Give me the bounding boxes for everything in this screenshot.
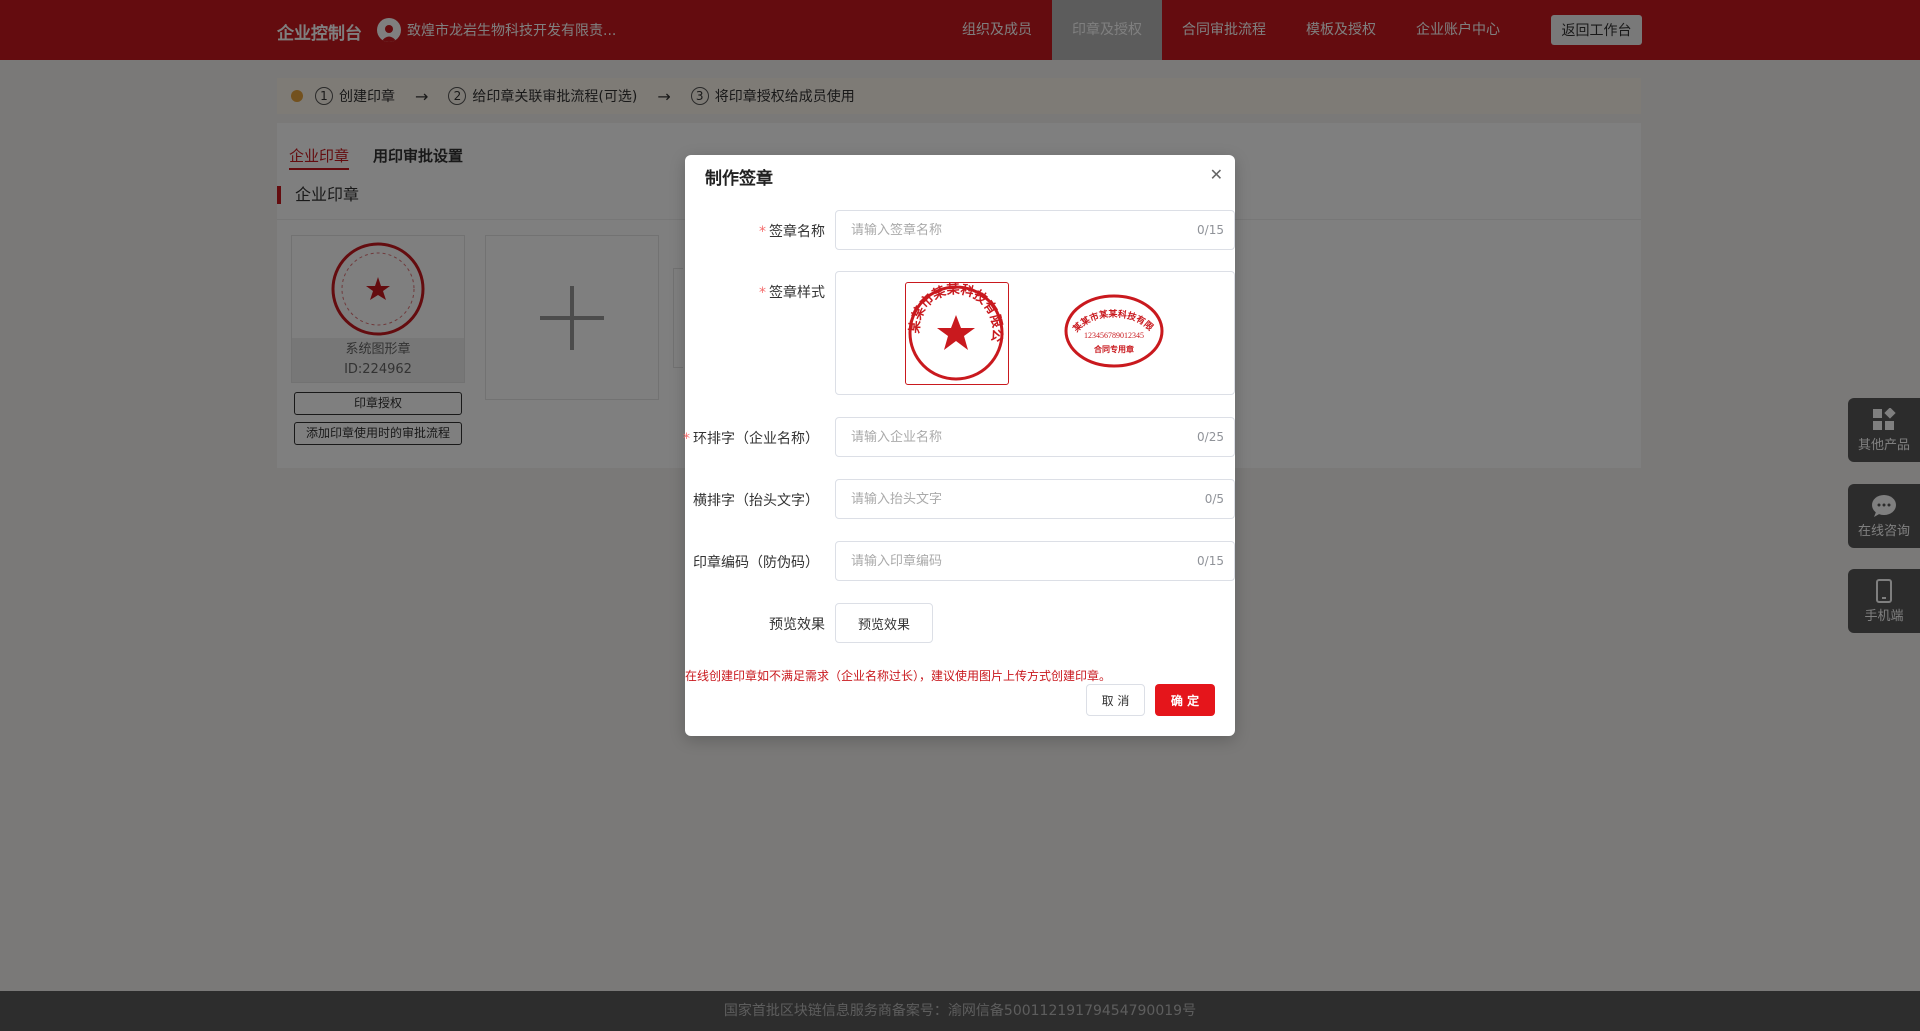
cancel-button[interactable]: 取 消 <box>1086 684 1145 716</box>
header-text-input[interactable] <box>851 491 1151 507</box>
char-count: 0/25 <box>1197 430 1224 444</box>
hint-text: 在线创建印章如不满足需求（企业名称过长），建议使用图片上传方式创建印章。 <box>685 669 1112 683</box>
label-text: 签章样式 <box>769 285 825 301</box>
label-text: 环排字（企业名称） <box>693 431 819 447</box>
char-count: 0/5 <box>1204 492 1224 506</box>
svg-text:某某市某某科技有限公司: 某某市某某科技有限公司 <box>1064 294 1156 334</box>
seal-style-label: * 签章样式 <box>759 282 825 302</box>
seal-name-input[interactable] <box>851 222 1151 238</box>
required-mark: * <box>683 431 690 447</box>
horizontal-text-label: 横排字（抬头文字） <box>693 493 819 509</box>
company-name-input[interactable] <box>851 429 1151 445</box>
confirm-button[interactable]: 确 定 <box>1155 684 1215 716</box>
label-text: 签章名称 <box>769 224 825 240</box>
create-seal-dialog: 制作签章 ✕ *签章名称 0/15 *签章样式 某某市某某科技有限公司 <box>683 155 1235 736</box>
seal-style-round[interactable]: 某某市某某科技有限公司 <box>899 271 1009 385</box>
preview-button[interactable]: 预览效果 <box>835 603 933 643</box>
seal-name-input-wrap: 0/15 <box>835 210 1235 250</box>
close-icon[interactable]: ✕ <box>1210 165 1223 184</box>
ring-text-input-wrap: 0/25 <box>835 417 1235 457</box>
seal-style-options: 某某市某某科技有限公司 某某市某某科技有限公司 123456789012345 … <box>835 271 1235 395</box>
char-count: 0/15 <box>1197 554 1224 568</box>
seal-style-oval[interactable]: 某某市某某科技有限公司 123456789012345 合同专用章 <box>1059 286 1165 368</box>
required-mark: * <box>759 224 766 240</box>
seal-name-label: * 签章名称 <box>759 221 825 241</box>
char-count: 0/15 <box>1197 223 1224 237</box>
horizontal-text-input-wrap: 0/5 <box>835 479 1235 519</box>
preview-label: 预览效果 <box>769 617 825 633</box>
svg-text:123456789012345: 123456789012345 <box>1084 331 1144 340</box>
seal-code-label: 印章编码（防伪码） <box>693 555 819 571</box>
svg-text:合同专用章: 合同专用章 <box>1093 344 1134 354</box>
dialog-title: 制作签章 <box>705 169 773 189</box>
seal-code-input[interactable] <box>851 553 1151 569</box>
required-mark: * <box>759 285 766 301</box>
ring-text-label: * 环排字（企业名称） <box>683 428 819 448</box>
seal-code-input-wrap: 0/15 <box>835 541 1235 581</box>
